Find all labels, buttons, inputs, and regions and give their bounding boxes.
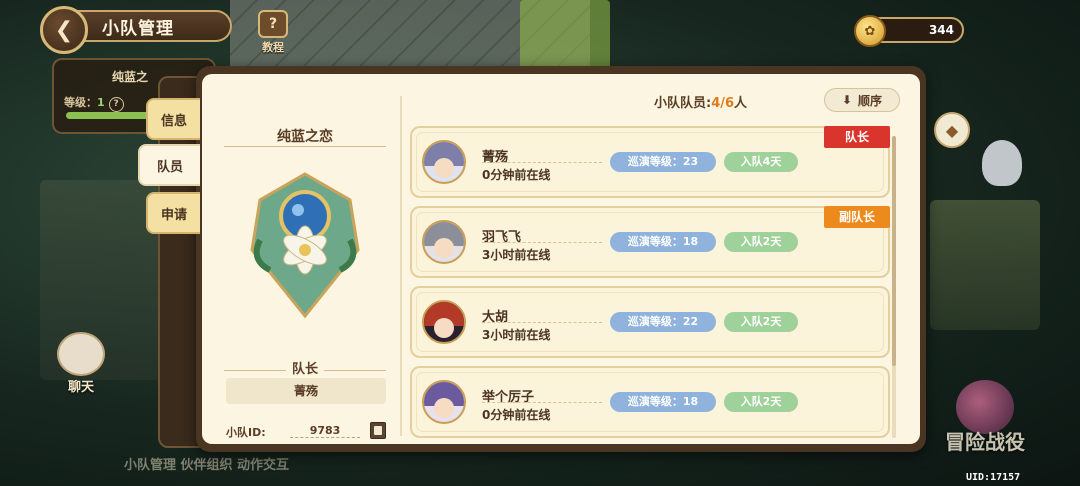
- team-exp-fill: [66, 112, 150, 119]
- member-list-scrollbar[interactable]: [892, 136, 896, 438]
- back-button[interactable]: ❮: [40, 6, 88, 54]
- member-row[interactable]: 菁殇 0分钟前在线 巡演等级：23 入队4天 队长: [410, 126, 890, 198]
- members-current: 4: [711, 96, 721, 111]
- member-status: 0分钟前在线: [482, 168, 551, 182]
- adventure-label: 冒险战役: [945, 430, 1025, 454]
- member-row[interactable]: 大胡 3小时前在线 巡演等级：22 入队2天: [410, 286, 890, 358]
- currency-value: 344: [928, 23, 954, 37]
- member-level-badge: 巡演等级：18: [610, 392, 716, 412]
- divider: [482, 322, 602, 323]
- members-count-label: 小队队员:: [654, 96, 712, 111]
- arrow-down-icon: ⬇: [841, 93, 853, 107]
- team-name: 纯蓝之恋: [277, 129, 333, 145]
- members-count: 小队队员:4/6人: [654, 92, 747, 111]
- member-status: 3小时前在线: [482, 328, 551, 342]
- chat-button[interactable]: 聊天: [56, 332, 106, 395]
- role-badge-leader: 队长: [824, 126, 890, 148]
- sort-button[interactable]: ⬇ 顺序: [824, 88, 900, 112]
- avatar-face: [434, 158, 454, 178]
- member-level-badge: 巡演等级：23: [610, 152, 716, 172]
- member-joined-badge: 入队2天: [724, 392, 798, 412]
- chat-label: 聊天: [67, 380, 94, 395]
- avatar-face: [434, 238, 454, 258]
- help-book-icon: ?: [258, 10, 288, 38]
- member-level-badge: 巡演等级：22: [610, 312, 716, 332]
- column-divider: [400, 96, 402, 436]
- member-joined-badge: 入队2天: [724, 312, 798, 332]
- copy-icon[interactable]: [370, 422, 386, 439]
- rabbit-npc-icon[interactable]: [982, 140, 1022, 186]
- member-status: 3小时前在线: [482, 248, 551, 262]
- leader-name: 菁殇: [226, 378, 386, 404]
- leader-title: 队长: [220, 358, 390, 377]
- role-badge-vice: 副队长: [824, 206, 890, 228]
- page-title: 小队管理: [72, 10, 232, 42]
- avatar-face: [434, 398, 454, 418]
- tab-members[interactable]: 队员: [138, 144, 200, 186]
- chat-avatar-icon: [57, 332, 105, 376]
- background-grass-block: [520, 0, 610, 70]
- divider: [482, 402, 602, 403]
- member-list[interactable]: 菁殇 0分钟前在线 巡演等级：23 入队4天 队长 羽飞飞 3小时前在线 巡演等…: [410, 122, 896, 444]
- team-id-row: 小队ID: 9783: [220, 422, 390, 440]
- team-id-label: 小队ID:: [226, 426, 266, 439]
- avatar: [422, 140, 466, 184]
- scrollbar-thumb[interactable]: [892, 136, 896, 366]
- team-info-column: 纯蓝之恋 队长 菁殇 小队ID: 9783: [220, 114, 390, 439]
- member-level-badge: 巡演等级：18: [610, 232, 716, 252]
- members-max: 6: [725, 96, 735, 111]
- back-arrow-icon: ❮: [54, 17, 74, 43]
- adventure-button[interactable]: 冒险战役: [930, 380, 1040, 455]
- shop-bubble-icon[interactable]: ◆: [934, 112, 970, 148]
- divider: [482, 242, 602, 243]
- tutorial-button[interactable]: ? 教程: [256, 10, 290, 55]
- member-status: 0分钟前在线: [482, 408, 551, 422]
- question-icon[interactable]: ?: [108, 97, 124, 112]
- member-row[interactable]: 举个厉子 0分钟前在线 巡演等级：18 入队2天: [410, 366, 890, 438]
- members-unit: 人: [734, 96, 748, 111]
- team-panel: 纯蓝之恋 队长 菁殇 小队ID: 9783 小队队员:4/6人 ⬇ 顺序 菁殇 …: [196, 66, 926, 452]
- user-id: UID:17157: [966, 472, 1021, 483]
- team-emblem-icon: [250, 172, 360, 319]
- leader-title-text: 队长: [285, 362, 324, 377]
- tab-info[interactable]: 信息: [146, 98, 200, 140]
- avatar: [422, 300, 466, 344]
- sort-label: 顺序: [858, 93, 883, 108]
- tutorial-label: 教程: [262, 41, 284, 54]
- tab-applications[interactable]: 申请: [146, 192, 200, 234]
- member-row[interactable]: 羽飞飞 3小时前在线 巡演等级：18 入队2天 副队长: [410, 206, 890, 278]
- coin-icon: ✿: [854, 15, 886, 47]
- team-level-label: 等级：: [64, 96, 97, 109]
- team-level-value: 1: [97, 96, 105, 109]
- team-summary-name: 纯蓝之: [112, 70, 149, 84]
- team-level: 等级：1?: [64, 94, 124, 112]
- member-joined-badge: 入队2天: [724, 232, 798, 252]
- bottom-hint-text: 小队管理 伙伴组织 动作交互: [124, 458, 290, 473]
- background-building-right: [930, 200, 1040, 330]
- currency-display[interactable]: ✿ 344: [854, 15, 964, 47]
- divider: [224, 146, 386, 147]
- team-id-value: 9783: [290, 424, 360, 438]
- team-panel-content: 纯蓝之恋 队长 菁殇 小队ID: 9783 小队队员:4/6人 ⬇ 顺序 菁殇 …: [202, 74, 920, 444]
- divider: [482, 162, 602, 163]
- avatar-face: [434, 318, 454, 338]
- member-joined-badge: 入队4天: [724, 152, 798, 172]
- avatar: [422, 380, 466, 424]
- avatar: [422, 220, 466, 264]
